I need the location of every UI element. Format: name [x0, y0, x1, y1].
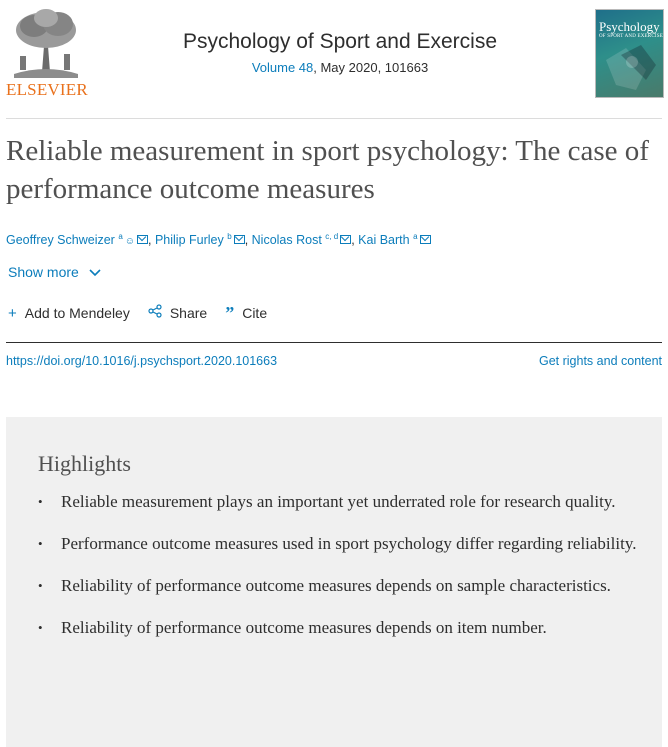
show-more-button[interactable]: Show more	[8, 264, 101, 280]
quote-icon: ”	[225, 303, 235, 323]
author-link[interactable]: Nicolas Rost	[252, 233, 322, 247]
header: ELSEVIER Psychology of Sport and Exercis…	[0, 0, 668, 104]
email-icon[interactable]	[137, 235, 149, 245]
highlight-item: Reliability of performance outcome measu…	[38, 573, 638, 599]
cite-label: Cite	[242, 305, 268, 321]
share-button[interactable]: Share	[148, 304, 207, 322]
author-link[interactable]: Kai Barth	[358, 233, 409, 247]
chevron-down-icon	[89, 264, 101, 280]
issue-details: , May 2020, 101663	[313, 60, 429, 75]
highlights-box: Highlights Reliable measurement plays an…	[6, 417, 662, 747]
author-link[interactable]: Geoffrey Schweizer	[6, 233, 115, 247]
journal-cover-image[interactable]: Psychology OF SPORT AND EXERCISE	[595, 9, 664, 98]
journal-issue-info: Volume 48, May 2020, 101663	[100, 60, 580, 75]
add-to-mendeley-button[interactable]: + Add to Mendeley	[8, 304, 130, 322]
highlight-item: Performance outcome measures used in spo…	[38, 531, 638, 557]
email-icon[interactable]	[340, 235, 352, 245]
tree-logo-icon	[6, 6, 86, 78]
get-rights-link[interactable]: Get rights and content	[539, 354, 662, 368]
highlights-heading: Highlights	[38, 451, 131, 476]
author-separator: ,	[244, 233, 252, 248]
add-to-mendeley-label: Add to Mendeley	[24, 305, 130, 321]
journal-info: Psychology of Sport and Exercise Volume …	[100, 30, 580, 75]
highlight-item: Reliability of performance outcome measu…	[38, 615, 638, 641]
header-divider	[6, 118, 662, 119]
author-affiliation-sup[interactable]: b	[227, 232, 231, 241]
doi-divider	[6, 342, 662, 343]
person-icon[interactable]: ☺	[125, 236, 135, 247]
elsevier-wordmark: ELSEVIER	[6, 80, 88, 99]
article-title: Reliable measurement in sport psychology…	[6, 135, 649, 205]
cite-button[interactable]: ” Cite	[225, 304, 267, 322]
email-icon[interactable]	[233, 235, 245, 245]
volume-link[interactable]: Volume 48	[252, 60, 313, 75]
author-affiliation-sup[interactable]: a	[413, 232, 417, 241]
elsevier-logo[interactable]: ELSEVIER	[6, 6, 88, 99]
author-affiliation-sup[interactable]: a	[118, 232, 122, 241]
journal-title-link[interactable]: Psychology of Sport and Exercise	[100, 30, 580, 54]
highlights-list: Reliable measurement plays an important …	[38, 489, 638, 657]
author-affiliation-sup[interactable]: c, d	[325, 232, 338, 241]
author-list: Geoffrey Schweizer a ☺, Philip Furley b, …	[6, 232, 431, 247]
doi-link[interactable]: https://doi.org/10.1016/j.psychsport.202…	[6, 354, 277, 368]
share-label: Share	[169, 305, 208, 321]
email-icon[interactable]	[419, 235, 431, 245]
plus-icon: +	[8, 304, 17, 322]
author-link[interactable]: Philip Furley	[155, 233, 224, 247]
share-icon	[148, 304, 162, 322]
highlight-item: Reliable measurement plays an important …	[38, 489, 638, 515]
cover-artwork-icon	[606, 45, 656, 90]
author-separator: ,	[148, 233, 155, 248]
article-actions: + Add to Mendeley Share ” Cite	[8, 304, 267, 322]
show-more-label: Show more	[8, 264, 79, 280]
